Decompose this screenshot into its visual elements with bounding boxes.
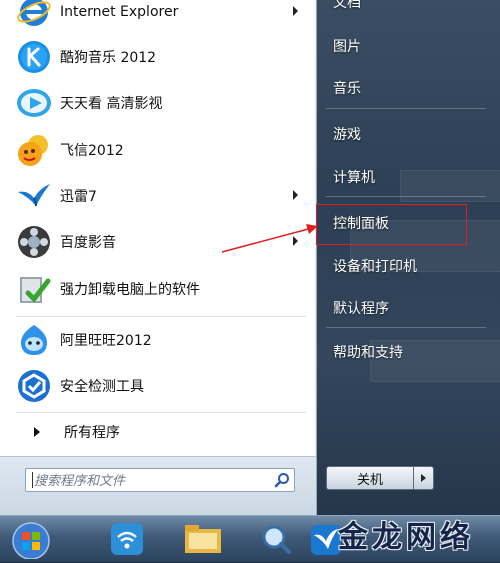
annotation-highlight-box (316, 204, 467, 245)
tiantiankan-video-icon (16, 85, 52, 121)
menu-separator (326, 108, 486, 109)
program-kugou-music[interactable]: 酷狗音乐 2012 (8, 37, 308, 77)
expand-arrow-icon (34, 427, 40, 437)
taskbar-app-search[interactable] (254, 519, 300, 559)
menu-item-games[interactable]: 游戏 (333, 124, 361, 144)
text-caret (32, 472, 33, 488)
fetion-icon (16, 132, 52, 168)
all-programs-label: 所有程序 (64, 425, 120, 441)
menu-separator (16, 412, 306, 413)
aliwangwang-icon (16, 322, 52, 358)
program-internet-explorer[interactable]: Internet Explorer (8, 0, 308, 32)
submenu-arrow-icon[interactable] (293, 190, 298, 200)
program-label: 百度影音 (60, 235, 116, 251)
program-label: 酷狗音乐 2012 (60, 50, 157, 66)
menu-item-devices-and-printers[interactable]: 设备和打印机 (333, 256, 417, 276)
program-xunlei[interactable]: 迅雷7 (8, 176, 308, 216)
xunlei-icon (16, 178, 52, 214)
program-label: 安全检测工具 (60, 379, 144, 395)
menu-item-default-programs[interactable]: 默认程序 (333, 298, 389, 318)
search-icon[interactable] (274, 472, 290, 488)
program-fetion[interactable]: 飞信2012 (8, 130, 308, 170)
menu-separator (326, 196, 486, 197)
wireless-network-icon (111, 523, 143, 555)
menu-item-help-and-support[interactable]: 帮助和支持 (333, 342, 403, 362)
menu-item-documents[interactable]: 文档 (333, 0, 361, 12)
shutdown-button[interactable]: 关机 (326, 466, 414, 490)
menu-separator (16, 316, 306, 317)
start-orb-icon (12, 522, 50, 560)
all-programs-button[interactable]: 所有程序 (8, 418, 308, 446)
taskbar-app-explorer[interactable] (180, 519, 226, 559)
watermark-logo: 金龙网络 (338, 520, 474, 555)
uninstaller-icon (16, 271, 52, 307)
kugou-music-icon (16, 39, 52, 75)
file-explorer-icon (185, 525, 221, 553)
security-check-icon (16, 368, 52, 404)
program-label: 天天看 高清影视 (60, 96, 163, 112)
program-label: 阿里旺旺2012 (60, 333, 152, 349)
search-box[interactable] (25, 468, 295, 492)
program-label: 强力卸载电脑上的软件 (60, 282, 200, 298)
shutdown-options-button[interactable] (414, 466, 434, 490)
menu-item-music[interactable]: 音乐 (333, 78, 361, 98)
program-label: Internet Explorer (60, 4, 179, 20)
baidu-player-icon (16, 224, 52, 260)
menu-item-pictures[interactable]: 图片 (333, 36, 361, 56)
program-security-check[interactable]: 安全检测工具 (8, 366, 308, 406)
program-label: 飞信2012 (60, 143, 124, 159)
search-magnifier-icon (262, 525, 291, 554)
program-aliwangwang[interactable]: 阿里旺旺2012 (8, 320, 308, 360)
menu-item-computer[interactable]: 计算机 (333, 167, 375, 187)
internet-explorer-icon (16, 0, 52, 30)
taskbar-app-wireless[interactable] (104, 519, 150, 559)
menu-separator (326, 327, 486, 328)
program-label: 迅雷7 (60, 189, 97, 205)
submenu-arrow-icon[interactable] (293, 6, 298, 16)
program-tiantiankan[interactable]: 天天看 高清影视 (8, 83, 308, 123)
program-baidu-player[interactable]: 百度影音 (8, 222, 308, 262)
submenu-arrow-icon[interactable] (293, 236, 298, 246)
shutdown-group: 关机 (326, 466, 436, 490)
search-input[interactable] (32, 470, 266, 492)
program-uninstaller[interactable]: 强力卸载电脑上的软件 (8, 269, 308, 309)
background-window-fragment (400, 170, 500, 202)
search-area (0, 456, 316, 516)
start-button[interactable] (8, 519, 54, 560)
